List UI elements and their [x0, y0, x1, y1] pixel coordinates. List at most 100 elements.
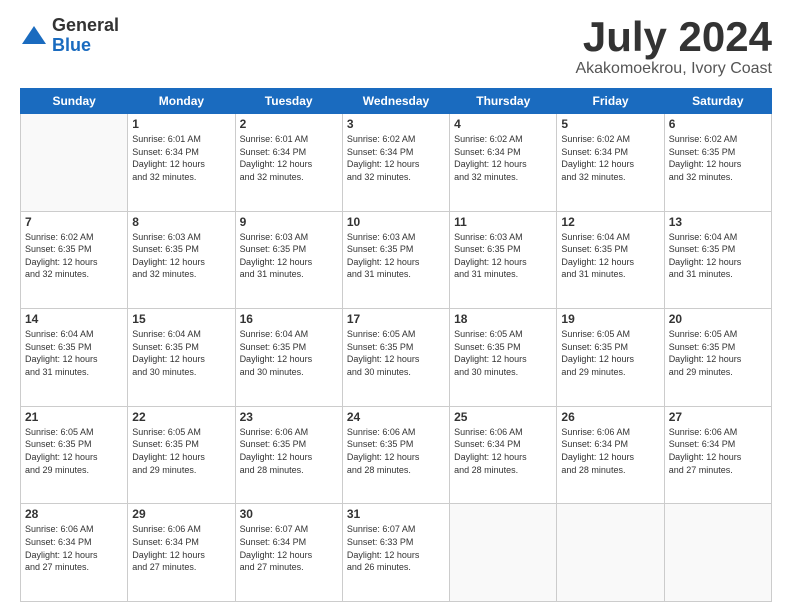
- calendar-cell: 19 Sunrise: 6:05 AM Sunset: 6:35 PM Dayli…: [557, 309, 664, 407]
- day-info: Sunrise: 6:06 AM Sunset: 6:35 PM Dayligh…: [347, 426, 445, 476]
- calendar-cell: 1Sunrise: 6:01 AM Sunset: 6:34 PM Daylig…: [128, 114, 235, 212]
- day-number: 9: [240, 215, 338, 229]
- weekday-header-row: SundayMondayTuesdayWednesdayThursdayFrid…: [21, 89, 772, 114]
- day-number: 31: [347, 507, 445, 521]
- day-number: 5: [561, 117, 659, 131]
- day-info: Sunrise: 6:02 AM Sunset: 6:35 PM Dayligh…: [669, 133, 767, 183]
- day-info: Sunrise: 6:03 AM Sunset: 6:35 PM Dayligh…: [240, 231, 338, 281]
- day-number: 8: [132, 215, 230, 229]
- day-info: Sunrise: 6:06 AM Sunset: 6:34 PM Dayligh…: [561, 426, 659, 476]
- calendar-cell: 20 Sunrise: 6:05 AM Sunset: 6:35 PM Dayli…: [664, 309, 771, 407]
- calendar-cell: 8 Sunrise: 6:03 AM Sunset: 6:35 PM Daylig…: [128, 211, 235, 309]
- calendar-cell: 14 Sunrise: 6:04 AM Sunset: 6:35 PM Dayli…: [21, 309, 128, 407]
- day-number: 25: [454, 410, 552, 424]
- calendar-cell: 23Sunrise: 6:06 AM Sunset: 6:35 PM Dayli…: [235, 406, 342, 504]
- weekday-tuesday: Tuesday: [235, 89, 342, 114]
- calendar-cell: [450, 504, 557, 602]
- month-title: July 2024: [575, 16, 772, 58]
- day-number: 20: [669, 312, 767, 326]
- week-row-4: 21 Sunrise: 6:05 AM Sunset: 6:35 PM Dayli…: [21, 406, 772, 504]
- calendar-cell: 18Sunrise: 6:05 AM Sunset: 6:35 PM Dayli…: [450, 309, 557, 407]
- day-number: 6: [669, 117, 767, 131]
- calendar-body: 1Sunrise: 6:01 AM Sunset: 6:34 PM Daylig…: [21, 114, 772, 602]
- day-info: Sunrise: 6:02 AM Sunset: 6:35 PM Dayligh…: [25, 231, 123, 281]
- day-info: Sunrise: 6:07 AM Sunset: 6:33 PM Dayligh…: [347, 523, 445, 573]
- calendar-cell: 9 Sunrise: 6:03 AM Sunset: 6:35 PM Daylig…: [235, 211, 342, 309]
- day-number: 27: [669, 410, 767, 424]
- day-info: Sunrise: 6:02 AM Sunset: 6:34 PM Dayligh…: [561, 133, 659, 183]
- weekday-monday: Monday: [128, 89, 235, 114]
- week-row-2: 7 Sunrise: 6:02 AM Sunset: 6:35 PM Daylig…: [21, 211, 772, 309]
- day-info: Sunrise: 6:04 AM Sunset: 6:35 PM Dayligh…: [132, 328, 230, 378]
- day-number: 19: [561, 312, 659, 326]
- page: General Blue July 2024 Akakomoekrou, Ivo…: [0, 0, 792, 612]
- day-info: Sunrise: 6:03 AM Sunset: 6:35 PM Dayligh…: [347, 231, 445, 281]
- title-block: July 2024 Akakomoekrou, Ivory Coast: [575, 16, 772, 78]
- calendar-cell: [664, 504, 771, 602]
- day-info: Sunrise: 6:06 AM Sunset: 6:34 PM Dayligh…: [454, 426, 552, 476]
- day-info: Sunrise: 6:01 AM Sunset: 6:34 PM Dayligh…: [132, 133, 230, 183]
- calendar-cell: 16 Sunrise: 6:04 AM Sunset: 6:35 PM Dayli…: [235, 309, 342, 407]
- day-number: 30: [240, 507, 338, 521]
- calendar-cell: 15 Sunrise: 6:04 AM Sunset: 6:35 PM Dayli…: [128, 309, 235, 407]
- calendar-cell: 12 Sunrise: 6:04 AM Sunset: 6:35 PM Dayli…: [557, 211, 664, 309]
- calendar-cell: 24 Sunrise: 6:06 AM Sunset: 6:35 PM Dayli…: [342, 406, 449, 504]
- day-number: 29: [132, 507, 230, 521]
- day-info: Sunrise: 6:04 AM Sunset: 6:35 PM Dayligh…: [240, 328, 338, 378]
- day-info: Sunrise: 6:05 AM Sunset: 6:35 PM Dayligh…: [561, 328, 659, 378]
- day-number: 24: [347, 410, 445, 424]
- day-number: 4: [454, 117, 552, 131]
- calendar-cell: 17 Sunrise: 6:05 AM Sunset: 6:35 PM Dayli…: [342, 309, 449, 407]
- calendar-cell: 22 Sunrise: 6:05 AM Sunset: 6:35 PM Dayli…: [128, 406, 235, 504]
- day-number: 23: [240, 410, 338, 424]
- calendar-cell: 2 Sunrise: 6:01 AM Sunset: 6:34 PM Daylig…: [235, 114, 342, 212]
- weekday-saturday: Saturday: [664, 89, 771, 114]
- week-row-5: 28Sunrise: 6:06 AM Sunset: 6:34 PM Dayli…: [21, 504, 772, 602]
- day-info: Sunrise: 6:07 AM Sunset: 6:34 PM Dayligh…: [240, 523, 338, 573]
- day-info: Sunrise: 6:03 AM Sunset: 6:35 PM Dayligh…: [132, 231, 230, 281]
- calendar-cell: 27Sunrise: 6:06 AM Sunset: 6:34 PM Dayli…: [664, 406, 771, 504]
- day-info: Sunrise: 6:06 AM Sunset: 6:34 PM Dayligh…: [132, 523, 230, 573]
- calendar-cell: 5 Sunrise: 6:02 AM Sunset: 6:34 PM Daylig…: [557, 114, 664, 212]
- day-info: Sunrise: 6:04 AM Sunset: 6:35 PM Dayligh…: [669, 231, 767, 281]
- calendar-cell: 31 Sunrise: 6:07 AM Sunset: 6:33 PM Dayli…: [342, 504, 449, 602]
- day-info: Sunrise: 6:05 AM Sunset: 6:35 PM Dayligh…: [669, 328, 767, 378]
- day-info: Sunrise: 6:02 AM Sunset: 6:34 PM Dayligh…: [347, 133, 445, 183]
- day-number: 11: [454, 215, 552, 229]
- week-row-1: 1Sunrise: 6:01 AM Sunset: 6:34 PM Daylig…: [21, 114, 772, 212]
- header: General Blue July 2024 Akakomoekrou, Ivo…: [20, 16, 772, 78]
- calendar-cell: [557, 504, 664, 602]
- calendar-cell: 21 Sunrise: 6:05 AM Sunset: 6:35 PM Dayli…: [21, 406, 128, 504]
- day-number: 3: [347, 117, 445, 131]
- day-info: Sunrise: 6:05 AM Sunset: 6:35 PM Dayligh…: [347, 328, 445, 378]
- day-number: 15: [132, 312, 230, 326]
- weekday-friday: Friday: [557, 89, 664, 114]
- day-number: 12: [561, 215, 659, 229]
- weekday-sunday: Sunday: [21, 89, 128, 114]
- calendar-cell: 4Sunrise: 6:02 AM Sunset: 6:34 PM Daylig…: [450, 114, 557, 212]
- day-number: 21: [25, 410, 123, 424]
- day-info: Sunrise: 6:03 AM Sunset: 6:35 PM Dayligh…: [454, 231, 552, 281]
- calendar-cell: 11 Sunrise: 6:03 AM Sunset: 6:35 PM Dayli…: [450, 211, 557, 309]
- logo-icon: [20, 22, 48, 50]
- calendar-table: SundayMondayTuesdayWednesdayThursdayFrid…: [20, 88, 772, 602]
- day-number: 16: [240, 312, 338, 326]
- weekday-wednesday: Wednesday: [342, 89, 449, 114]
- day-number: 2: [240, 117, 338, 131]
- day-info: Sunrise: 6:04 AM Sunset: 6:35 PM Dayligh…: [25, 328, 123, 378]
- calendar-cell: 29 Sunrise: 6:06 AM Sunset: 6:34 PM Dayli…: [128, 504, 235, 602]
- day-number: 22: [132, 410, 230, 424]
- location-title: Akakomoekrou, Ivory Coast: [575, 60, 772, 78]
- day-info: Sunrise: 6:04 AM Sunset: 6:35 PM Dayligh…: [561, 231, 659, 281]
- day-number: 14: [25, 312, 123, 326]
- day-info: Sunrise: 6:01 AM Sunset: 6:34 PM Dayligh…: [240, 133, 338, 183]
- day-info: Sunrise: 6:05 AM Sunset: 6:35 PM Dayligh…: [454, 328, 552, 378]
- logo: General Blue: [20, 16, 119, 56]
- day-number: 7: [25, 215, 123, 229]
- day-info: Sunrise: 6:05 AM Sunset: 6:35 PM Dayligh…: [25, 426, 123, 476]
- calendar-cell: 7 Sunrise: 6:02 AM Sunset: 6:35 PM Daylig…: [21, 211, 128, 309]
- calendar-cell: 26Sunrise: 6:06 AM Sunset: 6:34 PM Dayli…: [557, 406, 664, 504]
- day-number: 17: [347, 312, 445, 326]
- day-info: Sunrise: 6:05 AM Sunset: 6:35 PM Dayligh…: [132, 426, 230, 476]
- weekday-thursday: Thursday: [450, 89, 557, 114]
